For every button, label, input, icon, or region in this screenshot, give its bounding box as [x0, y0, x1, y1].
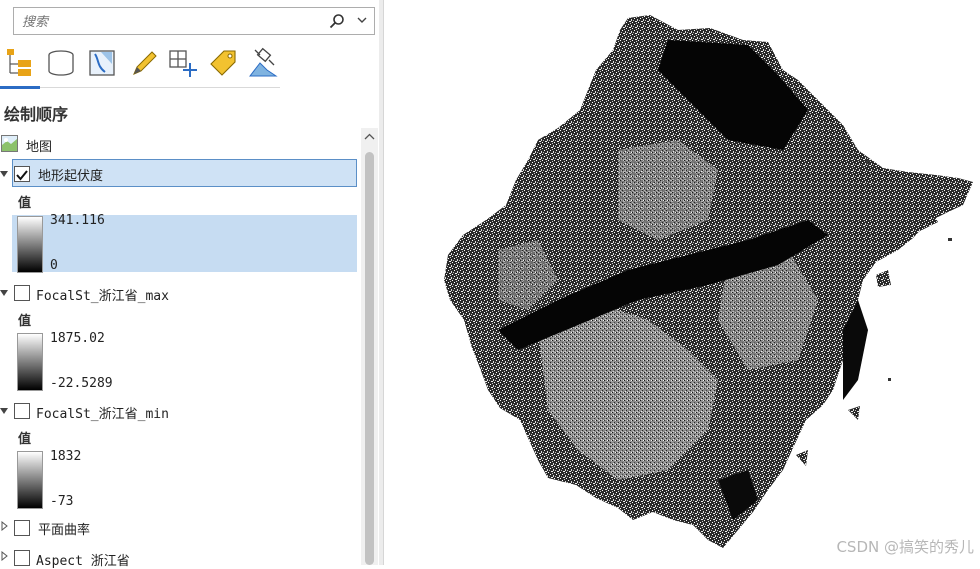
layer-name[interactable]: FocalSt_浙江省_min [36, 403, 169, 422]
scroll-up-arrow-icon[interactable] [361, 128, 378, 146]
legend-value-heading: 值 [18, 432, 32, 447]
chevron-down-icon[interactable] [356, 14, 368, 26]
active-tab-indicator [0, 86, 40, 89]
toolbar-divider [40, 87, 280, 88]
watermark: CSDN @搞笑的秀儿 [836, 538, 974, 556]
legend-high-value: 341.116 [50, 213, 105, 228]
scrollbar-thumb[interactable] [365, 152, 374, 565]
checkmark-icon [16, 170, 28, 181]
list-by-labeling-icon[interactable] [207, 46, 239, 80]
vertical-scrollbar[interactable] [361, 128, 378, 565]
search-icon[interactable] [329, 13, 345, 29]
pane-title: 绘制顺序 [4, 105, 69, 124]
expand-triangle-icon[interactable] [1, 521, 8, 531]
expand-collapse-triangle[interactable] [0, 171, 8, 177]
legend-low-value: -73 [50, 494, 74, 509]
layer-visibility-checkbox[interactable] [14, 520, 30, 536]
legend-color-ramp [17, 333, 43, 391]
list-by-editing-icon[interactable] [129, 46, 161, 80]
legend-color-ramp [17, 451, 43, 509]
search-box[interactable] [13, 7, 375, 35]
layer-visibility-checkbox[interactable] [14, 550, 30, 566]
legend-high-value: 1875.02 [50, 331, 105, 346]
legend-value-heading: 值 [18, 314, 32, 329]
list-by-snapping-icon[interactable] [167, 46, 199, 80]
expand-triangle-icon[interactable] [1, 551, 8, 561]
layer-visibility-checkbox[interactable] [14, 166, 30, 182]
layer-name[interactable]: FocalSt_浙江省_max [36, 285, 169, 304]
legend-color-ramp [17, 216, 43, 273]
map-icon [1, 135, 18, 152]
search-input[interactable] [20, 12, 314, 32]
expand-collapse-triangle[interactable] [0, 290, 8, 296]
layer-name[interactable]: 地形起伏度 [38, 165, 103, 184]
legend-high-value: 1832 [50, 449, 82, 464]
list-by-source-icon[interactable] [45, 46, 77, 80]
layer-name[interactable]: Aspect 浙江省 [36, 550, 130, 569]
layer-name[interactable]: 平面曲率 [38, 519, 90, 538]
legend-low-value: 0 [50, 258, 58, 273]
pane-splitter[interactable] [379, 0, 383, 565]
expand-collapse-triangle[interactable] [0, 408, 8, 414]
legend-low-value: -22.5289 [50, 376, 113, 391]
layer-visibility-checkbox[interactable] [14, 403, 30, 419]
list-by-selection-icon[interactable] [87, 46, 119, 80]
legend-value-heading: 值 [18, 196, 32, 211]
map-item-label[interactable]: 地图 [26, 136, 52, 155]
contents-pane: 绘制顺序 地图 地形起伏度 值 341.116 0 FocalSt_浙江省_ma… [0, 0, 384, 569]
layer-visibility-checkbox[interactable] [14, 285, 30, 301]
map-view[interactable]: CSDN @搞笑的秀儿 [388, 0, 980, 565]
list-by-perspective-imagery-icon[interactable] [247, 46, 279, 80]
terrain-relief-raster [444, 15, 973, 548]
list-by-drawing-order-icon[interactable] [3, 46, 35, 80]
